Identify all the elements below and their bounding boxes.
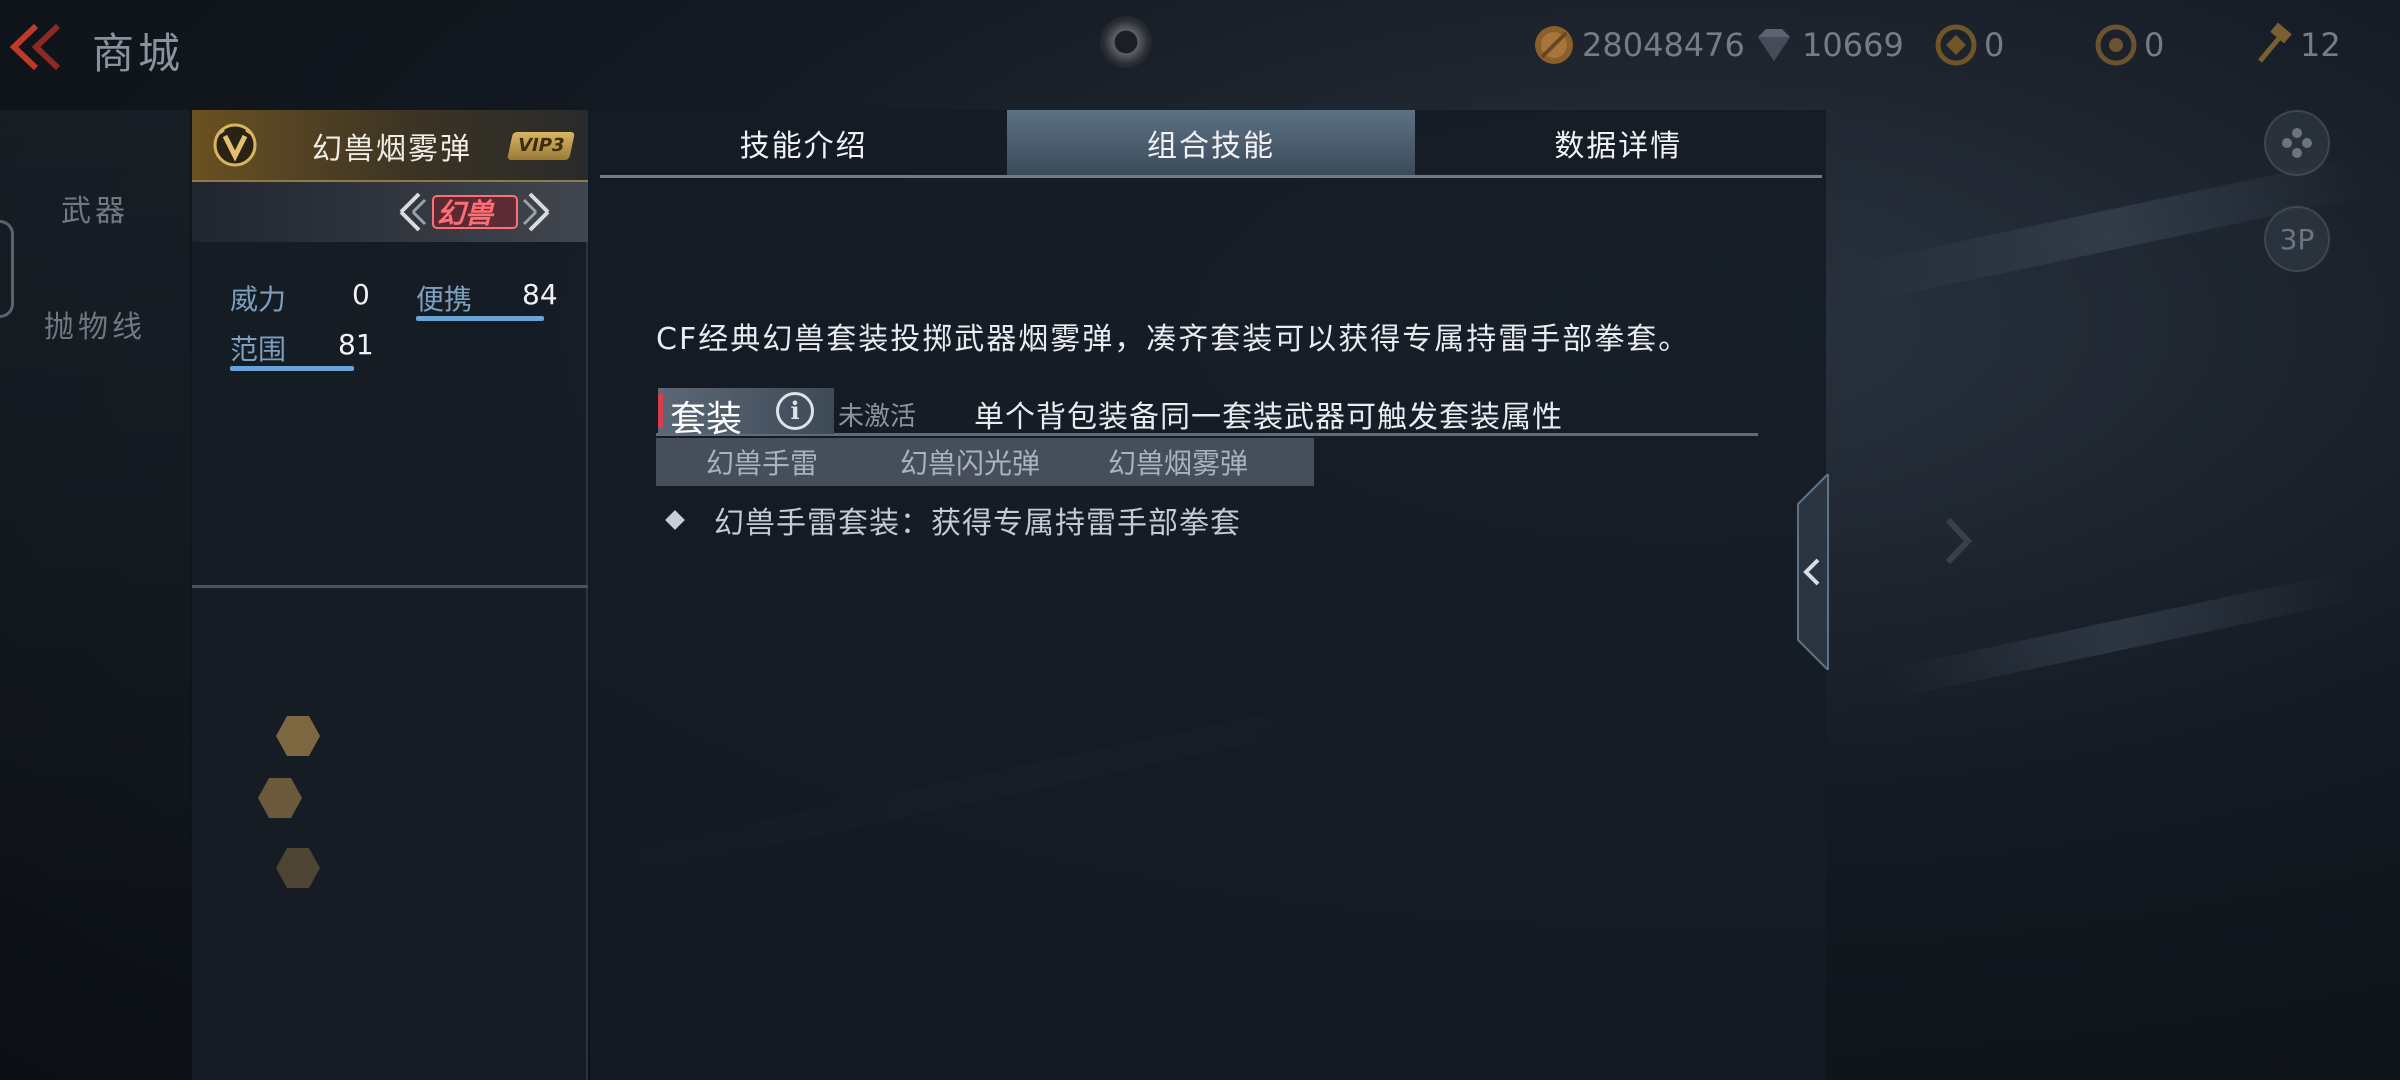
stat-carry-label: 便携 [416, 283, 473, 316]
bullet-diamond-icon [665, 510, 685, 530]
set-bonus-row: 幻兽手雷套装：获得专属持雷手部拳套 [660, 498, 1241, 542]
set-status: 未激活 [838, 402, 917, 432]
third-person-view-button[interactable]: 3P [2264, 206, 2330, 272]
set-label-box: 套装 i [658, 388, 834, 440]
weapon-tag-bar: 幻兽 [192, 182, 588, 242]
stat-power-value: 0 [352, 278, 370, 311]
set-bonus-text: 幻兽手雷套装：获得专属持雷手部拳套 [714, 506, 1241, 541]
diamond-icon [1758, 29, 1790, 61]
top-bar: 商城 28048476 10669 0 0 12 [0, 0, 2400, 90]
currency-silver-ticket-value: 0 [2144, 26, 2165, 64]
set-members-bar: 幻兽手雷 幻兽闪光弹 幻兽烟雾弹 [656, 438, 1314, 486]
weapon-name: 幻兽烟雾弹 [312, 132, 472, 167]
info-icon[interactable]: i [776, 392, 814, 430]
currency-hammer-value: 12 [2300, 26, 2341, 64]
currency-hammer[interactable]: 12 [2250, 22, 2341, 68]
stat-range-value: 81 [338, 328, 374, 361]
gold-ticket-icon [1935, 24, 1977, 66]
gamepad-icon [2282, 128, 2312, 158]
tab-bar: 技能介绍 组合技能 数据详情 [600, 110, 1822, 178]
set-header-row: 套装 i 未激活 单个背包装备同一套装武器可触发套装属性 [656, 388, 1758, 440]
tab-combo-skill[interactable]: 组合技能 [1007, 110, 1415, 175]
stat-carry-value: 84 [522, 278, 558, 311]
set-hint: 单个背包装备同一套装武器可触发套装属性 [974, 400, 1563, 435]
stat-power-label: 威力 [230, 283, 287, 316]
rail-item-trajectory[interactable]: 抛物线 [0, 302, 190, 346]
phantom-tag-label: 幻兽 [437, 197, 494, 230]
currency-gold-ticket[interactable]: 0 [1934, 22, 2004, 68]
currency-gold-value: 28048476 [1582, 26, 1745, 64]
currency-gold[interactable]: 28048476 [1532, 22, 1745, 68]
stat-range-label: 范围 [230, 333, 287, 366]
set-member-flashbang: 幻兽闪光弹 [900, 447, 1041, 480]
gold-coin-icon [1535, 26, 1573, 64]
silver-ticket-icon [2095, 24, 2137, 66]
currency-diamond[interactable]: 10669 [1752, 22, 1904, 68]
weapon-name-bar: 幻兽烟雾弹 VIP3 [192, 110, 588, 182]
hex-decoration-icon [276, 848, 320, 888]
page-title: 商城 [92, 29, 185, 78]
hex-decoration-icon [258, 778, 302, 818]
currency-gold-ticket-value: 0 [1984, 26, 2005, 64]
set-accent-bar [658, 394, 663, 428]
set-member-smoke: 幻兽烟雾弹 [1108, 447, 1249, 480]
vip-v-badge-icon [213, 123, 257, 167]
chevron-right-icon[interactable] [1940, 516, 1976, 566]
gamepad-button[interactable] [2264, 110, 2330, 176]
skill-detail-panel: 技能介绍 组合技能 数据详情 CF经典幻兽套装投掷武器烟雾弹，凑齐套装可以获得专… [590, 110, 1826, 1080]
vip-level-badge: VIP3 [507, 132, 575, 160]
currency-diamond-value: 10669 [1802, 26, 1904, 64]
tab-data-details[interactable]: 数据详情 [1415, 110, 1822, 175]
hex-decoration-icon [276, 716, 320, 756]
stat-range-bar [230, 366, 354, 371]
hammer-icon [2258, 23, 2292, 63]
collapse-panel-handle[interactable] [1794, 474, 1830, 670]
background-streak [1882, 570, 2358, 700]
rail-selection-indicator [0, 220, 14, 318]
stat-carry-bar [416, 316, 544, 321]
weapon-info-panel: 幻兽烟雾弹 VIP3 幻兽 威力 0 便携 84 范围 81 [192, 110, 588, 1080]
center-orb-icon [1100, 16, 1152, 68]
panel-divider [192, 585, 588, 588]
currency-silver-ticket[interactable]: 0 [2094, 22, 2164, 68]
tab-skill-intro[interactable]: 技能介绍 [600, 110, 1007, 175]
back-arrow-icon[interactable] [6, 22, 66, 72]
set-label: 套装 [670, 399, 743, 440]
set-member-grenade: 幻兽手雷 [706, 447, 819, 480]
rail-item-weapons[interactable]: 武器 [0, 186, 190, 230]
skill-description: CF经典幻兽套装投掷武器烟雾弹，凑齐套装可以获得专属持雷手部拳套。 [656, 322, 1691, 357]
